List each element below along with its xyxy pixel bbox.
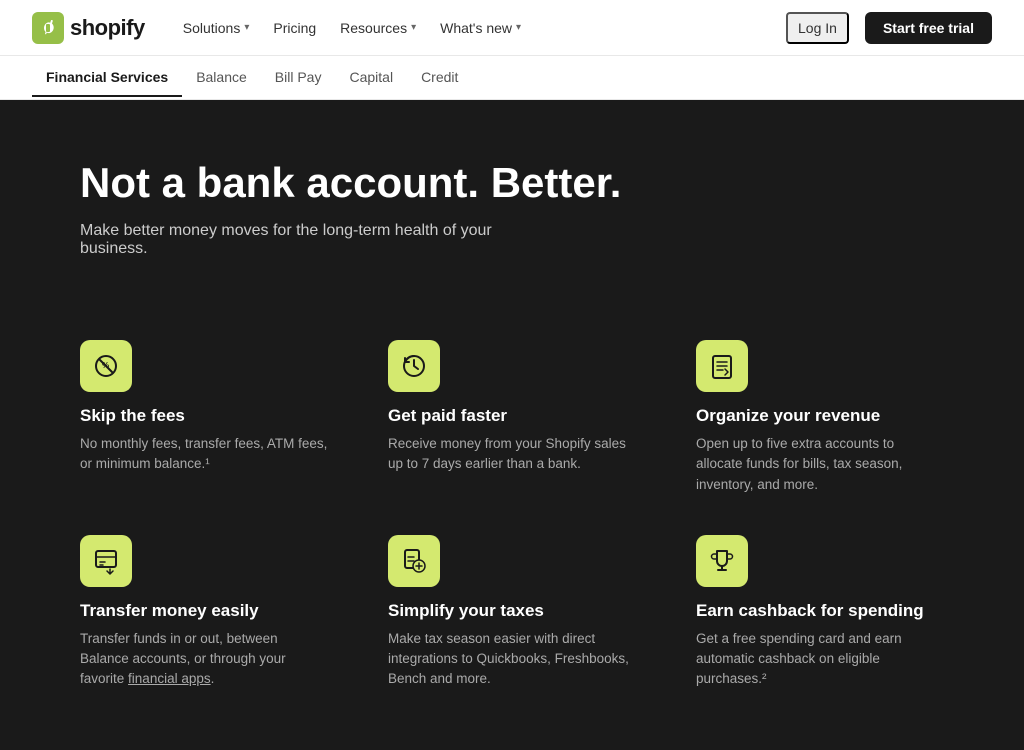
feature-skip-fees: % Skip the fees No monthly fees, transfe… bbox=[80, 340, 328, 495]
log-in-button[interactable]: Log In bbox=[786, 12, 849, 44]
clock-history-icon bbox=[388, 340, 440, 392]
shopify-wordmark: shopify bbox=[70, 15, 145, 41]
financial-apps-link[interactable]: financial apps bbox=[128, 671, 211, 686]
subnav-capital[interactable]: Capital bbox=[335, 59, 407, 97]
subnav-balance[interactable]: Balance bbox=[182, 59, 261, 97]
chevron-down-icon: ▾ bbox=[244, 22, 249, 33]
transfer-icon bbox=[80, 535, 132, 587]
feature-title: Organize your revenue bbox=[696, 406, 944, 426]
shopify-bag-icon bbox=[32, 12, 64, 44]
tax-icon bbox=[388, 535, 440, 587]
whats-new-nav-item[interactable]: What's new ▾ bbox=[430, 14, 531, 42]
nav-right-actions: Log In Start free trial bbox=[786, 12, 992, 44]
start-free-trial-button[interactable]: Start free trial bbox=[865, 12, 992, 44]
subnav-credit[interactable]: Credit bbox=[407, 59, 472, 97]
feature-title: Transfer money easily bbox=[80, 601, 328, 621]
feature-title: Skip the fees bbox=[80, 406, 328, 426]
hero-subheading: Make better money moves for the long-ter… bbox=[80, 222, 560, 258]
cashback-trophy-icon bbox=[696, 535, 748, 587]
feature-desc: Open up to five extra accounts to alloca… bbox=[696, 434, 944, 495]
feature-desc: Receive money from your Shopify sales up… bbox=[388, 434, 636, 475]
feature-simplify-taxes: Simplify your taxes Make tax season easi… bbox=[388, 535, 636, 690]
chevron-down-icon: ▾ bbox=[516, 22, 521, 33]
features-grid: % Skip the fees No monthly fees, transfe… bbox=[80, 340, 944, 690]
subnav-financial-services[interactable]: Financial Services bbox=[32, 59, 182, 97]
hero-section: Not a bank account. Better. Make better … bbox=[0, 100, 1024, 300]
sub-navigation: Financial Services Balance Bill Pay Capi… bbox=[0, 56, 1024, 100]
feature-title: Get paid faster bbox=[388, 406, 636, 426]
pricing-nav-item[interactable]: Pricing bbox=[263, 14, 326, 42]
feature-desc: Make tax season easier with direct integ… bbox=[388, 629, 636, 690]
top-navigation: shopify Solutions ▾ Pricing Resources ▾ … bbox=[0, 0, 1024, 56]
no-fee-icon: % bbox=[80, 340, 132, 392]
feature-desc: No monthly fees, transfer fees, ATM fees… bbox=[80, 434, 328, 475]
nav-links: Solutions ▾ Pricing Resources ▾ What's n… bbox=[173, 14, 786, 42]
feature-title: Earn cashback for spending bbox=[696, 601, 944, 621]
feature-earn-cashback: Earn cashback for spending Get a free sp… bbox=[696, 535, 944, 690]
feature-desc: Get a free spending card and earn automa… bbox=[696, 629, 944, 690]
feature-organize-revenue: Organize your revenue Open up to five ex… bbox=[696, 340, 944, 495]
chevron-down-icon: ▾ bbox=[411, 22, 416, 33]
feature-transfer-money: Transfer money easily Transfer funds in … bbox=[80, 535, 328, 690]
hero-heading: Not a bank account. Better. bbox=[80, 160, 944, 206]
svg-text:%: % bbox=[102, 361, 109, 370]
feature-get-paid-faster: Get paid faster Receive money from your … bbox=[388, 340, 636, 495]
resources-nav-item[interactable]: Resources ▾ bbox=[330, 14, 426, 42]
revenue-icon bbox=[696, 340, 748, 392]
logo[interactable]: shopify bbox=[32, 12, 145, 44]
features-section: % Skip the fees No monthly fees, transfe… bbox=[0, 300, 1024, 750]
feature-title: Simplify your taxes bbox=[388, 601, 636, 621]
feature-desc: Transfer funds in or out, between Balanc… bbox=[80, 629, 328, 690]
solutions-nav-item[interactable]: Solutions ▾ bbox=[173, 14, 260, 42]
subnav-bill-pay[interactable]: Bill Pay bbox=[261, 59, 336, 97]
